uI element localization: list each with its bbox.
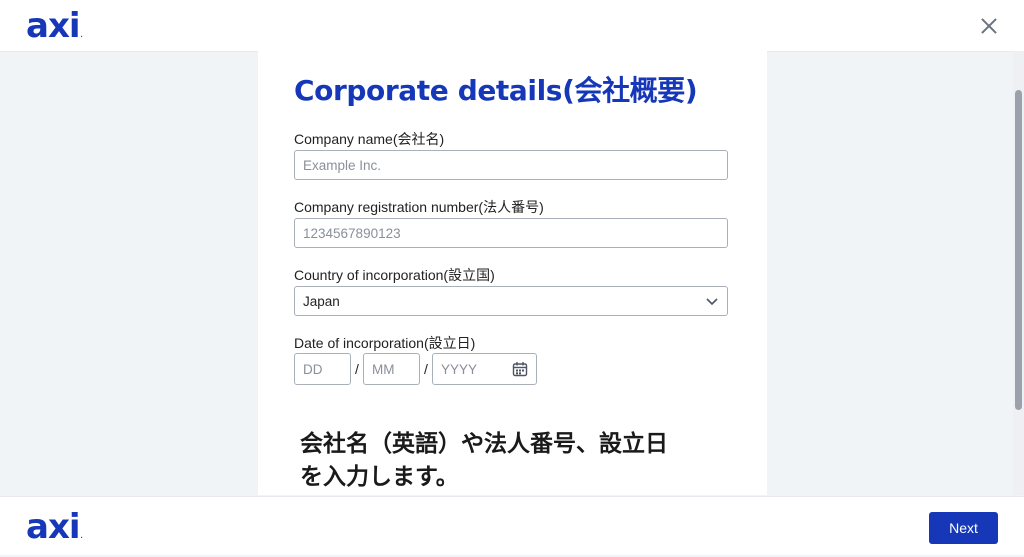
date-separator: / — [355, 361, 359, 377]
calendar-icon[interactable] — [512, 361, 528, 377]
company-name-label: Company name(会社名) — [294, 131, 445, 147]
date-separator: / — [424, 361, 428, 377]
date-label: Date of incorporation(設立日) — [294, 335, 476, 351]
page-title: Corporate details(会社概要) — [294, 74, 698, 107]
close-icon[interactable] — [978, 15, 1000, 37]
country-select[interactable]: Japan — [294, 286, 728, 316]
axi-logo: axi. — [26, 507, 83, 547]
chevron-down-icon — [706, 298, 718, 306]
top-bar: axi. — [0, 0, 1024, 52]
subtitle-line: 会社名（英語）や法人番号、設立日 — [300, 431, 668, 457]
country-label: Country of incorporation(設立国) — [294, 267, 495, 283]
country-selected-value: Japan — [303, 293, 340, 309]
next-button[interactable]: Next — [929, 512, 998, 544]
day-input[interactable] — [294, 353, 351, 385]
video-subtitle: 会社名（英語）や法人番号、設立日 を入力します。 — [300, 428, 668, 494]
month-input[interactable] — [363, 353, 420, 385]
company-name-input[interactable] — [294, 150, 728, 180]
axi-logo: axi. — [26, 6, 83, 46]
registration-number-label: Company registration number(法人番号) — [294, 199, 544, 215]
registration-number-input[interactable] — [294, 218, 728, 248]
subtitle-line: を入力します。 — [300, 464, 459, 490]
bottom-bar: axi. Next — [0, 496, 1024, 555]
scrollbar-thumb[interactable] — [1015, 90, 1022, 410]
